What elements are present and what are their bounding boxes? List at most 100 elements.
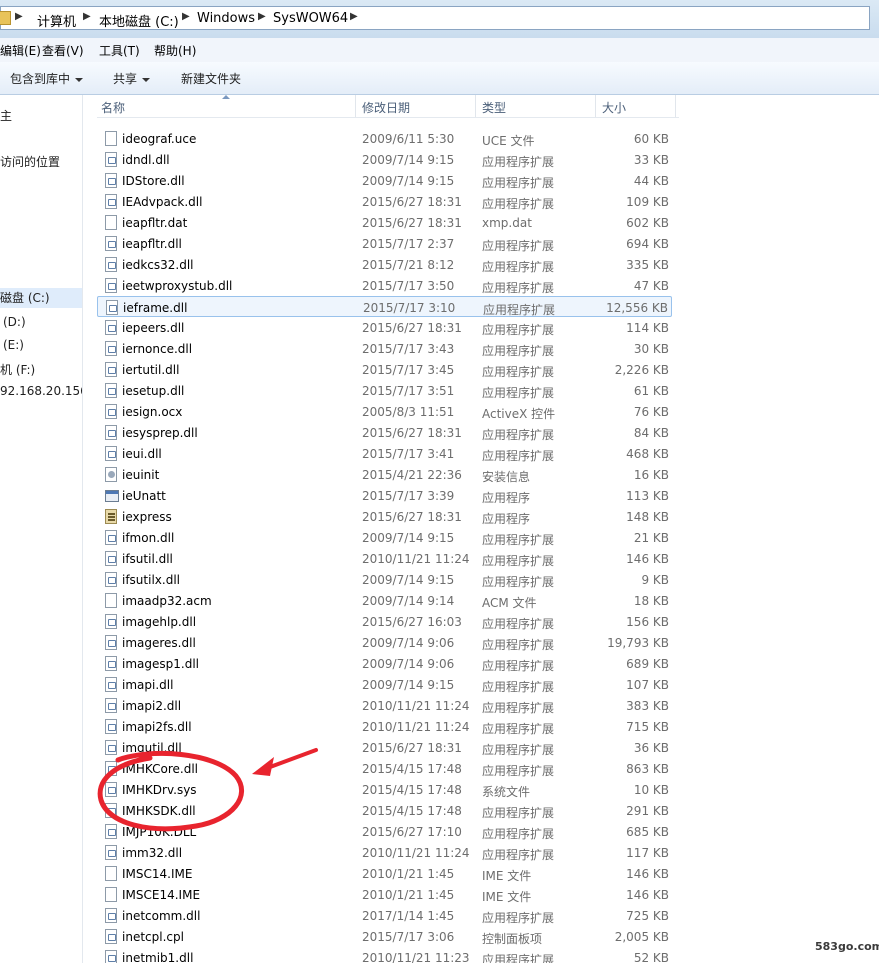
file-row[interactable]: iertutil.dll 2015/7/17 3:45 应用程序扩展 2,226 KB bbox=[97, 359, 672, 380]
chevron-down-icon bbox=[75, 77, 84, 82]
file-row[interactable]: ifmon.dll 2009/7/14 9:15 应用程序扩展 21 KB bbox=[97, 527, 672, 548]
menu-view[interactable]: 查看(V) bbox=[42, 42, 84, 59]
nav-item-drive-d[interactable]: (D:) bbox=[3, 315, 26, 329]
nav-item[interactable]: 主 bbox=[0, 107, 12, 124]
file-type: 应用程序 bbox=[482, 512, 531, 526]
file-size: 52 KB bbox=[633, 951, 669, 963]
column-header-size[interactable]: 大小 bbox=[602, 99, 626, 116]
file-row[interactable]: ieui.dll 2015/7/17 3:41 应用程序扩展 468 KB bbox=[97, 443, 672, 464]
file-type: 应用程序扩展 bbox=[482, 344, 555, 358]
nav-item-local-disk-c[interactable]: 磁盘 (C:) bbox=[0, 288, 82, 308]
menu-edit[interactable]: 编辑(E) bbox=[0, 42, 41, 59]
file-size: 114 KB bbox=[626, 321, 669, 335]
file-row[interactable]: IMSC14.IME 2010/1/21 1:45 IME 文件 146 KB bbox=[97, 863, 672, 884]
file-row[interactable]: ieframe.dll 2015/7/17 3:10 应用程序扩展 12,556 KB bbox=[97, 296, 672, 317]
dll-file-icon bbox=[105, 740, 117, 755]
iexpress-icon bbox=[105, 509, 117, 524]
dll-file-icon bbox=[105, 383, 117, 398]
file-size: 685 KB bbox=[626, 825, 669, 839]
file-row[interactable]: imapi2fs.dll 2010/11/21 11:24 应用程序扩展 715 KB bbox=[97, 716, 672, 737]
file-size: 863 KB bbox=[626, 762, 669, 776]
nav-item-drive-f[interactable]: 机 (F:) bbox=[0, 361, 35, 378]
new-folder-button[interactable]: 新建文件夹 bbox=[181, 70, 241, 87]
file-row[interactable]: ifsutil.dll 2010/11/21 11:24 应用程序扩展 146 KB bbox=[97, 548, 672, 569]
column-header-type[interactable]: 类型 bbox=[482, 99, 506, 116]
breadcrumb-arrow-icon[interactable]: ▶ bbox=[258, 11, 266, 22]
menu-help[interactable]: 帮助(H) bbox=[154, 42, 196, 59]
file-row[interactable]: imm32.dll 2010/11/21 11:24 应用程序扩展 117 KB bbox=[97, 842, 672, 863]
column-divider[interactable] bbox=[355, 95, 356, 117]
file-row[interactable]: imagesp1.dll 2009/7/14 9:06 应用程序扩展 689 KB bbox=[97, 653, 672, 674]
column-header-date[interactable]: 修改日期 bbox=[362, 99, 410, 116]
breadcrumb-syswow64[interactable]: SysWOW64 bbox=[273, 11, 348, 26]
file-row[interactable]: IMHKSDK.dll 2015/4/15 17:48 应用程序扩展 291 KB bbox=[97, 800, 672, 821]
column-divider[interactable] bbox=[675, 95, 676, 117]
breadcrumb-local-disk[interactable]: 本地磁盘 (C:) bbox=[99, 11, 179, 30]
nav-item-recent-places[interactable]: 访问的位置 bbox=[0, 153, 60, 170]
file-row[interactable]: iedkcs32.dll 2015/7/21 8:12 应用程序扩展 335 KB bbox=[97, 254, 672, 275]
file-size: 76 KB bbox=[633, 405, 669, 419]
file-row[interactable]: IMSCE14.IME 2010/1/21 1:45 IME 文件 146 KB bbox=[97, 884, 672, 905]
file-type: UCE 文件 bbox=[482, 134, 535, 148]
file-row[interactable]: ideograf.uce 2009/6/11 5:30 UCE 文件 60 KB bbox=[97, 128, 672, 149]
breadcrumb-windows[interactable]: Windows bbox=[197, 11, 255, 26]
file-row[interactable]: imagehlp.dll 2015/6/27 16:03 应用程序扩展 156 KB bbox=[97, 611, 672, 632]
file-type: 应用程序扩展 bbox=[482, 764, 555, 778]
breadcrumb-arrow-icon[interactable]: ▶ bbox=[83, 11, 91, 22]
menu-tools[interactable]: 工具(T) bbox=[99, 42, 140, 59]
file-row[interactable]: inetmib1.dll 2010/11/21 11:23 应用程序扩展 52 KB bbox=[97, 947, 672, 963]
file-row[interactable]: imageres.dll 2009/7/14 9:06 应用程序扩展 19,793 K… bbox=[97, 632, 672, 653]
file-size: 383 KB bbox=[626, 699, 669, 713]
include-in-library-button[interactable]: 包含到库中 bbox=[10, 70, 84, 87]
file-row[interactable]: iepeers.dll 2015/6/27 18:31 应用程序扩展 114 KB bbox=[97, 317, 672, 338]
dll-file-icon bbox=[105, 257, 117, 272]
file-row[interactable]: idndl.dll 2009/7/14 9:15 应用程序扩展 33 KB bbox=[97, 149, 672, 170]
file-name: IMJP10K.DLL bbox=[122, 825, 197, 839]
file-row[interactable]: iexpress 2015/6/27 18:31 应用程序 148 KB bbox=[97, 506, 672, 527]
file-row[interactable]: inetcomm.dll 2017/1/14 1:45 应用程序扩展 725 KB bbox=[97, 905, 672, 926]
address-box[interactable]: ▶ 计算机 ▶ 本地磁盘 (C:) ▶ Windows ▶ SysWOW64 ▶ bbox=[0, 6, 870, 30]
file-row[interactable]: IMHKCore.dll 2015/4/15 17:48 应用程序扩展 863 KB bbox=[97, 758, 672, 779]
file-row[interactable]: ieapfltr.dat 2015/6/27 18:31 xmp.dat 602 KB bbox=[97, 212, 672, 233]
file-row[interactable]: ieapfltr.dll 2015/7/17 2:37 应用程序扩展 694 KB bbox=[97, 233, 672, 254]
breadcrumb-computer[interactable]: 计算机 bbox=[37, 11, 76, 30]
nav-item-network-drive[interactable]: 92.168.20.156) bbox=[0, 384, 82, 398]
file-row[interactable]: imaadp32.acm 2009/7/14 9:14 ACM 文件 18 KB bbox=[97, 590, 672, 611]
file-row[interactable]: ifsutilx.dll 2009/7/14 9:15 应用程序扩展 9 KB bbox=[97, 569, 672, 590]
blank-file-icon bbox=[105, 215, 117, 230]
file-row[interactable]: ieetwproxystub.dll 2015/7/17 3:50 应用程序扩展 47… bbox=[97, 275, 672, 296]
file-row[interactable]: imapi2.dll 2010/11/21 11:24 应用程序扩展 383 KB bbox=[97, 695, 672, 716]
file-type: 安装信息 bbox=[482, 470, 531, 484]
file-row[interactable]: iesysprep.dll 2015/6/27 18:31 应用程序扩展 84 KB bbox=[97, 422, 672, 443]
file-type: 应用程序扩展 bbox=[482, 722, 555, 736]
file-row[interactable]: ieuinit 2015/4/21 22:36 安装信息 16 KB bbox=[97, 464, 672, 485]
nav-item-drive-e[interactable]: (E:) bbox=[3, 338, 24, 352]
blank-file-icon bbox=[105, 593, 117, 608]
file-row[interactable]: imgutil.dll 2015/6/27 18:31 应用程序扩展 36 KB bbox=[97, 737, 672, 758]
address-bar: ▶ 计算机 ▶ 本地磁盘 (C:) ▶ Windows ▶ SysWOW64 ▶ bbox=[0, 0, 879, 39]
column-divider[interactable] bbox=[475, 95, 476, 117]
file-row[interactable]: iesetup.dll 2015/7/17 3:51 应用程序扩展 61 KB bbox=[97, 380, 672, 401]
file-type: 应用程序扩展 bbox=[482, 365, 555, 379]
file-date: 2015/7/21 8:12 bbox=[362, 258, 455, 272]
file-row[interactable]: inetcpl.cpl 2015/7/17 3:06 控制面板项 2,005 KB bbox=[97, 926, 672, 947]
breadcrumb-arrow-icon[interactable]: ▶ bbox=[350, 11, 358, 22]
file-date: 2010/11/21 11:24 bbox=[362, 699, 470, 713]
file-name: inetmib1.dll bbox=[122, 951, 194, 963]
breadcrumb-arrow-icon[interactable]: ▶ bbox=[15, 11, 23, 22]
file-row[interactable]: iesign.ocx 2005/8/3 11:51 ActiveX 控件 76 KB bbox=[97, 401, 672, 422]
dll-file-icon bbox=[105, 908, 117, 923]
file-row[interactable]: IMHKDrv.sys 2015/4/15 17:48 系统文件 10 KB bbox=[97, 779, 672, 800]
column-divider[interactable] bbox=[595, 95, 596, 117]
file-row[interactable]: IEAdvpack.dll 2015/6/27 18:31 应用程序扩展 109 KB bbox=[97, 191, 672, 212]
file-row[interactable]: imapi.dll 2009/7/14 9:15 应用程序扩展 107 KB bbox=[97, 674, 672, 695]
file-row[interactable]: ieUnatt 2015/7/17 3:39 应用程序 113 KB bbox=[97, 485, 672, 506]
file-row[interactable]: IDStore.dll 2009/7/14 9:15 应用程序扩展 44 KB bbox=[97, 170, 672, 191]
file-size: 113 KB bbox=[626, 489, 669, 503]
column-header-name[interactable]: 名称 bbox=[101, 99, 125, 116]
breadcrumb-arrow-icon[interactable]: ▶ bbox=[182, 11, 190, 22]
share-button[interactable]: 共享 bbox=[113, 70, 151, 87]
file-type: ActiveX 控件 bbox=[482, 407, 556, 421]
file-row[interactable]: iernonce.dll 2015/7/17 3:43 应用程序扩展 30 KB bbox=[97, 338, 672, 359]
file-row[interactable]: IMJP10K.DLL 2015/6/27 17:10 应用程序扩展 685 KB bbox=[97, 821, 672, 842]
